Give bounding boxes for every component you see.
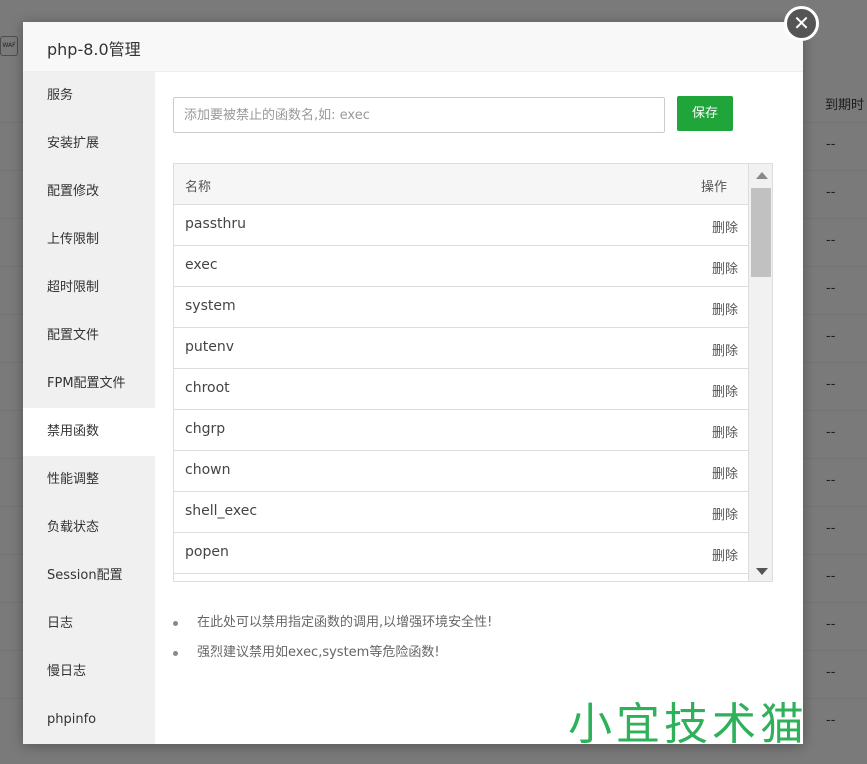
delete-link[interactable]: 删除: [712, 422, 738, 441]
watermark: 小宜技术猫: [568, 699, 808, 750]
table-row: chown 删除: [174, 451, 748, 492]
sidebar-item[interactable]: 安装扩展: [23, 120, 155, 168]
function-name: exec: [185, 257, 218, 273]
table-row: shell_exec 删除: [174, 492, 748, 533]
delete-link[interactable]: 删除: [712, 299, 738, 318]
dialog-title: php-8.0管理: [47, 40, 141, 59]
scroll-up-icon[interactable]: [756, 172, 768, 179]
disabled-functions-panel: 保存 名称 操作 passthru 删除 exec 删除 system 删除 putenv 删…: [155, 72, 803, 744]
save-button[interactable]: 保存: [677, 96, 733, 131]
delete-link[interactable]: 删除: [712, 381, 738, 400]
tip-text: 强烈建议禁用如exec,system等危险函数!: [197, 645, 440, 660]
tip-text: 在此处可以禁用指定函数的调用,以增强环境安全性!: [197, 615, 493, 630]
table-header: 名称 操作: [174, 164, 748, 205]
bullet-icon: [173, 621, 178, 626]
table-row: chgrp 删除: [174, 410, 748, 451]
function-name: chgrp: [185, 421, 226, 437]
sidebar-item[interactable]: 日志: [23, 600, 155, 648]
sidebar-item[interactable]: 上传限制: [23, 216, 155, 264]
sidebar-item[interactable]: 服务: [23, 72, 155, 120]
function-name: shell_exec: [185, 503, 258, 519]
delete-link[interactable]: 删除: [712, 340, 738, 359]
sidebar-item[interactable]: 负载状态: [23, 504, 155, 552]
sidebar-item[interactable]: 性能调整: [23, 456, 155, 504]
delete-link[interactable]: 删除: [712, 463, 738, 482]
tip-item: 在此处可以禁用指定函数的调用,以增强环境安全性!: [173, 612, 773, 642]
sidebar-item[interactable]: Session配置: [23, 552, 155, 600]
table-body: passthru 删除 exec 删除 system 删除 putenv 删除 chroot 删除…: [174, 205, 748, 581]
dialog-header: php-8.0管理: [23, 22, 803, 72]
sidebar-item[interactable]: 超时限制: [23, 264, 155, 312]
sidebar: 服务 安装扩展 配置修改 上传限制 超时限制 配置文件 FPM配置文件 禁用函数 性能调整 负载状…: [23, 72, 155, 744]
function-name: passthru: [185, 216, 247, 232]
scroll-thumb[interactable]: [751, 188, 771, 277]
table-row: chroot 删除: [174, 369, 748, 410]
scroll-down-icon[interactable]: [756, 568, 768, 575]
delete-link[interactable]: 删除: [712, 217, 738, 236]
delete-link[interactable]: 删除: [712, 545, 738, 564]
bullet-icon: [173, 651, 178, 656]
sidebar-item[interactable]: phpinfo: [23, 696, 155, 744]
column-header-name: 名称: [185, 180, 212, 195]
function-name-input[interactable]: [173, 97, 665, 133]
column-header-action: 操作: [700, 180, 727, 195]
php-manage-dialog: php-8.0管理 服务 安装扩展 配置修改 上传限制 超时限制 配置文件 FPM配置文件禁…: [23, 22, 803, 744]
tip-item: 强烈建议禁用如exec,system等危险函数!: [173, 642, 773, 672]
table-row: [174, 574, 748, 581]
function-name: chroot: [185, 380, 230, 396]
sidebar-item[interactable]: 配置修改: [23, 168, 155, 216]
delete-link[interactable]: 删除: [712, 258, 738, 277]
delete-link[interactable]: 删除: [712, 504, 738, 523]
table-row: popen 删除: [174, 533, 748, 574]
table-row: passthru 删除: [174, 205, 748, 246]
function-name: popen: [185, 544, 229, 560]
sidebar-item[interactable]: 慢日志: [23, 648, 155, 696]
function-name: chown: [185, 462, 231, 478]
sidebar-item[interactable]: FPM配置文件: [23, 360, 155, 408]
table-scrollbar[interactable]: [748, 164, 772, 581]
sidebar-item[interactable]: 禁用函数: [23, 408, 155, 456]
table-row: putenv 删除: [174, 328, 748, 369]
function-name: system: [185, 298, 236, 314]
sidebar-item[interactable]: 配置文件: [23, 312, 155, 360]
close-icon[interactable]: ✕: [784, 6, 819, 41]
table-row: exec 删除: [174, 246, 748, 287]
function-name: putenv: [185, 339, 235, 355]
functions-table: 名称 操作 passthru 删除 exec 删除 system 删除 putenv 删除 ch…: [173, 163, 773, 582]
tips-list: 在此处可以禁用指定函数的调用,以增强环境安全性! 强烈建议禁用如exec,sys…: [173, 612, 773, 672]
table-row: system 删除: [174, 287, 748, 328]
